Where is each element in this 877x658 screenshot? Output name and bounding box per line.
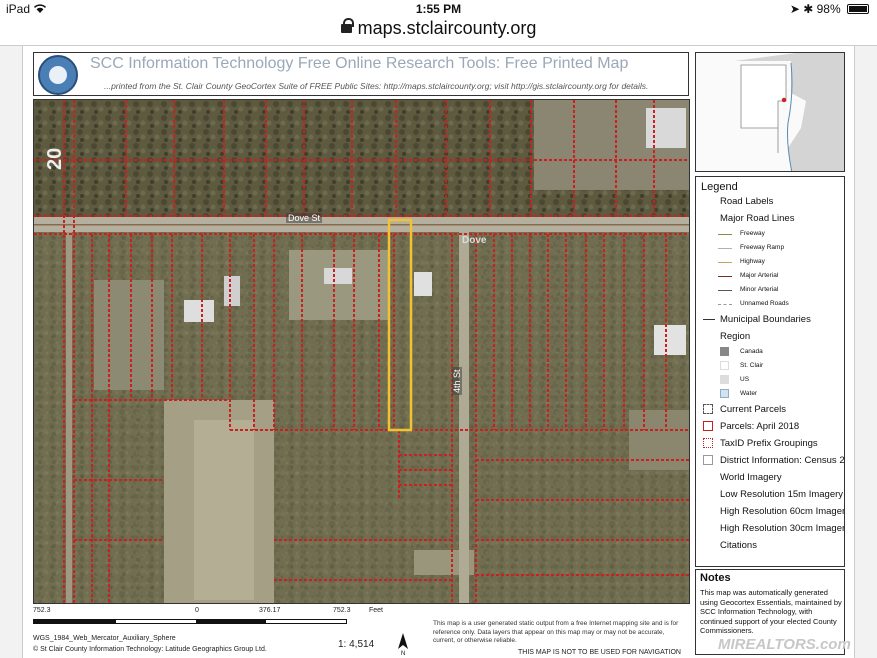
status-right: ➤ ✱ 98%	[790, 2, 869, 16]
disclaimer: This map is a user generated static outp…	[433, 620, 679, 644]
legend-citations: Citations	[720, 540, 757, 551]
street-label-4th: 4th St	[452, 367, 462, 395]
legend-freeway-ramp: Freeway Ramp	[696, 241, 844, 255]
legend-unnamed-roads: Unnamed Roads	[696, 297, 844, 311]
navigation-warning: THIS MAP IS NOT TO BE USED FOR NAVIGATIO…	[518, 649, 681, 656]
map-footer: 752.3 0 376.17 752.3 Feet This map is a …	[33, 605, 690, 658]
map-title: SCC Information Technology Free Online R…	[90, 55, 629, 72]
legend-taxid-prefix: TaxID Prefix Groupings	[696, 435, 844, 452]
battery-percent: 98%	[816, 2, 841, 16]
dove-overlay-label: Dove	[462, 235, 487, 246]
status-bar: iPad 1:55 PM ➤ ✱ 98%	[0, 0, 877, 18]
location-icon: ➤	[789, 2, 800, 16]
coordinate-system: WGS_1984_Web_Mercator_Auxiliary_Sphere	[33, 635, 176, 642]
legend-current-parcels: Current Parcels	[696, 401, 844, 418]
street-label-dove: Dove St	[286, 213, 323, 223]
lock-icon	[340, 18, 354, 33]
aerial-imagery	[34, 100, 689, 603]
legend-water: Water	[696, 387, 844, 401]
legend-low-res-imagery: Low Resolution 15m Imagery	[720, 489, 844, 500]
legend-major-road-lines: Major Road Lines	[720, 213, 795, 224]
legend-minor-arterial: Minor Arterial	[696, 283, 844, 297]
county-seal-icon	[38, 55, 78, 95]
legend-major-arterial: Major Arterial	[696, 269, 844, 283]
battery-icon	[847, 4, 869, 14]
copyright: © St Clair County Information Technology…	[33, 646, 267, 653]
legend-road-labels: Road Labels	[720, 196, 774, 207]
printed-map-page: SCC Information Technology Free Online R…	[22, 46, 855, 658]
legend-world-imagery: World Imagery	[720, 472, 782, 483]
map-scale-ratio: 1: 4,514	[338, 639, 375, 650]
scale-bar: 752.3 0 376.17 752.3 Feet	[33, 607, 453, 624]
notes-text: This map was automatically generated usi…	[700, 588, 842, 635]
legend-region: Region	[720, 331, 751, 342]
address-bar[interactable]: maps.stclaircounty.org	[0, 18, 877, 43]
bluetooth-icon: ✱	[803, 2, 814, 16]
clock: 1:55 PM	[415, 2, 462, 16]
legend-parcels-april-2018: Parcels: April 2018	[696, 418, 844, 435]
svg-text:N: N	[401, 651, 405, 655]
locator-map-graphic	[696, 53, 844, 171]
map-header: SCC Information Technology Free Online R…	[33, 52, 689, 96]
legend-district-census: District Information: Census 20	[696, 452, 844, 469]
legend-us: US	[696, 373, 844, 387]
notes-title: Notes	[700, 572, 731, 584]
legend-st-clair: St. Clair	[696, 359, 844, 373]
legend-high-res-60cm: High Resolution 60cm Imagery	[720, 506, 845, 517]
legend-freeway: Freeway	[696, 227, 844, 241]
locator-map	[695, 52, 845, 172]
legend-canada: Canada	[696, 345, 844, 359]
watermark: MIREALTORS.com	[718, 636, 851, 653]
legend-municipal-boundaries: Municipal Boundaries	[696, 311, 844, 328]
document-viewport[interactable]: SCC Information Technology Free Online R…	[0, 46, 877, 658]
map-subtitle: ...printed from the St. Clair County Geo…	[104, 81, 649, 91]
legend-high-res-30cm: High Resolution 30cm Imagery	[720, 523, 845, 534]
north-arrow-icon: N	[398, 633, 408, 655]
map-legend: Legend Road Labels Major Road Lines Free…	[695, 176, 845, 567]
legend-title: Legend	[701, 181, 738, 193]
url-text[interactable]: maps.stclaircounty.org	[358, 18, 537, 38]
legend-highway: Highway	[696, 255, 844, 269]
road-number-label: 20	[44, 147, 66, 170]
aerial-map[interactable]: Dove St 4th St Dove 20	[33, 99, 690, 604]
